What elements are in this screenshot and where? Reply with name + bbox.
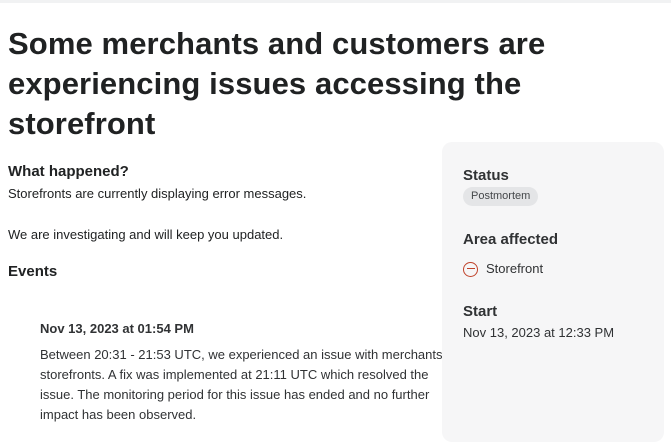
status-badge: Postmortem	[463, 187, 539, 206]
what-happened-text: Storefronts are currently displaying err…	[8, 186, 307, 201]
event-timestamp: Nov 13, 2023 at 01:54 PM	[40, 321, 194, 336]
start-value: Nov 13, 2023 at 12:33 PM	[463, 325, 615, 340]
event-description: Between 20:31 - 21:53 UTC, we experience…	[40, 347, 445, 422]
minus-circle-icon	[463, 261, 478, 277]
what-happened-text: We are investigating and will keep you u…	[8, 227, 284, 242]
area-affected-item: Storefront	[463, 260, 543, 278]
status-label: Status	[463, 167, 509, 184]
incident-sidebar: Status Postmortem Area affected Storefro…	[442, 142, 664, 442]
top-divider	[0, 0, 671, 3]
area-affected-label: Area affected	[463, 231, 559, 248]
what-happened-heading: What happened?	[8, 163, 129, 180]
events-heading: Events	[8, 263, 58, 280]
area-affected-value: Storefront	[486, 261, 544, 276]
start-label: Start	[463, 303, 498, 320]
page-title: Some merchants and customers are experie…	[8, 26, 546, 141]
